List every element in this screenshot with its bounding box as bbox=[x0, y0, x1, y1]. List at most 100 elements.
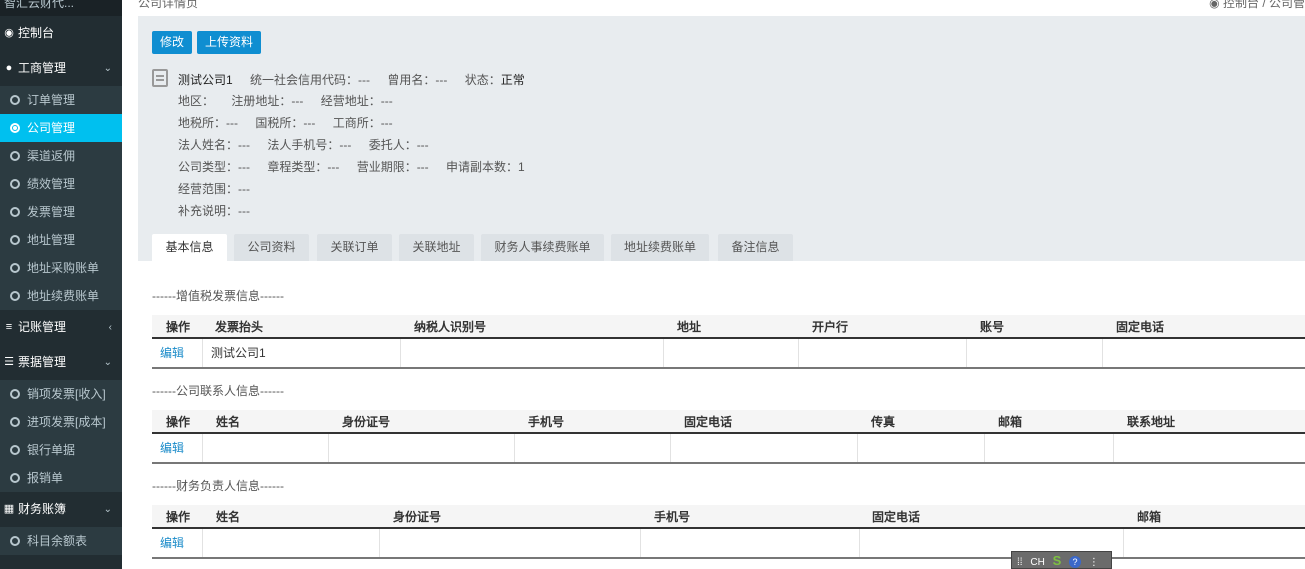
sidebar-top-item[interactable]: 智汇云财代... bbox=[0, 0, 122, 16]
col-id-number: 身份证号 bbox=[342, 415, 391, 429]
menu-icon[interactable]: ⋮ bbox=[1089, 554, 1099, 568]
table-cell bbox=[202, 434, 328, 462]
col-phone: 固定电话 bbox=[872, 510, 921, 524]
circle-icon bbox=[10, 291, 20, 301]
sidebar-item-account-balance[interactable]: 科目余额表 bbox=[0, 527, 122, 555]
edit-link[interactable]: 编辑 bbox=[160, 536, 184, 550]
company-type: 公司类型：--- bbox=[178, 160, 250, 174]
grip-icon: ⁞⁞ bbox=[1017, 557, 1023, 568]
sidebar-item-label: 地址续费账单 bbox=[27, 289, 100, 303]
table-cell bbox=[1113, 434, 1305, 462]
sidebar-item-label: 销项发票[收入] bbox=[27, 387, 106, 401]
table-cell bbox=[400, 339, 663, 367]
status-label: 状态：正常 bbox=[465, 73, 539, 87]
ime-logo-icon[interactable]: S bbox=[1053, 552, 1062, 568]
circle-icon bbox=[10, 445, 20, 455]
tab-address-renewal[interactable]: 地址续费账单 bbox=[611, 234, 709, 261]
edit-button[interactable]: 修改 bbox=[152, 31, 193, 54]
sidebar-item-bank-docs[interactable]: 银行单据 bbox=[0, 436, 122, 464]
tab-related-addresses[interactable]: 关联地址 bbox=[399, 234, 474, 261]
industry-office: 工商所：--- bbox=[332, 116, 393, 130]
sidebar-item-label: 订单管理 bbox=[27, 93, 76, 107]
invoice-section-title: ------增值税发票信息------ bbox=[152, 289, 284, 303]
tab-related-orders[interactable]: 关联订单 bbox=[317, 234, 392, 261]
legal-phone: 法人手机号：--- bbox=[267, 138, 352, 152]
edit-link[interactable]: 编辑 bbox=[160, 346, 184, 360]
tab-company-docs[interactable]: 公司资料 bbox=[234, 234, 309, 261]
table-cell bbox=[379, 529, 640, 557]
circle-icon bbox=[10, 151, 20, 161]
sidebar-item-addresses[interactable]: 地址管理 bbox=[0, 226, 122, 254]
table-row: 编辑 bbox=[152, 434, 1305, 464]
sidebar-group-business[interactable]: ● 工商管理 ⌄ bbox=[0, 51, 122, 86]
sidebar-item-label: 控制台 bbox=[18, 26, 55, 40]
tab-remarks[interactable]: 备注信息 bbox=[718, 234, 793, 261]
contact-section-title: ------公司联系人信息------ bbox=[152, 384, 284, 398]
table-icon: ▦ bbox=[3, 503, 15, 515]
col-contact-address: 联系地址 bbox=[1127, 415, 1176, 429]
col-mobile: 手机号 bbox=[528, 415, 565, 429]
sidebar-item-sales-invoice[interactable]: 销项发票[收入] bbox=[0, 380, 122, 408]
col-account: 账号 bbox=[980, 320, 1005, 334]
edit-link[interactable]: 编辑 bbox=[160, 441, 184, 455]
dashboard-icon: ◉ bbox=[4, 27, 14, 39]
col-name: 姓名 bbox=[216, 510, 241, 524]
chevron-down-icon: ⌄ bbox=[103, 63, 112, 74]
col-invoice-title: 发票抬头 bbox=[215, 320, 264, 334]
col-action: 操作 bbox=[166, 510, 191, 524]
ime-toolbar[interactable]: ⁞⁞ CH S ? ⋮ bbox=[1011, 551, 1112, 569]
sidebar-item-address-renewal[interactable]: 地址续费账单 bbox=[0, 282, 122, 310]
table-cell: 测试公司1 bbox=[202, 339, 400, 367]
table-cell bbox=[857, 434, 984, 462]
region: 地区： bbox=[178, 94, 215, 108]
circle-icon bbox=[10, 417, 20, 427]
breadcrumb[interactable]: ◉ 控制台 / 公司管 bbox=[1209, 0, 1305, 11]
sidebar-item-orders[interactable]: 订单管理 bbox=[0, 86, 122, 114]
sidebar-submenu-business: 订单管理 公司管理 渠道返佣 绩效管理 发票管理 地址管理 地址采购账单 地址续… bbox=[0, 86, 122, 310]
sidebar-item-dashboard[interactable]: ◉ 控制台 bbox=[0, 16, 122, 51]
company-info-panel: 修改 上传资料 测试公司1 统一社会信用代码：--- 曾用名：--- 状态：正常… bbox=[138, 16, 1305, 261]
sidebar-submenu-bills: 销项发票[收入] 进项发票[成本] 银行单据 报销单 bbox=[0, 380, 122, 492]
tab-finance-hr-renewal[interactable]: 财务人事续费账单 bbox=[481, 234, 604, 261]
row-action-cell: 编辑 bbox=[152, 339, 202, 367]
sidebar-group-finance[interactable]: ▦ 财务账簿 ⌄ bbox=[0, 492, 122, 527]
sidebar-item-channel-rebate[interactable]: 渠道返佣 bbox=[0, 142, 122, 170]
chevron-left-icon: ‹ bbox=[108, 322, 112, 333]
sidebar-item-address-purchase[interactable]: 地址采购账单 bbox=[0, 254, 122, 282]
trustee: 委托人：--- bbox=[368, 138, 429, 152]
col-email: 邮箱 bbox=[1137, 510, 1162, 524]
sidebar-submenu-finance: 科目余额表 bbox=[0, 527, 122, 555]
chevron-down-icon: ⌄ bbox=[103, 504, 112, 515]
breadcrumb-text: 控制台 / 公司管 bbox=[1222, 0, 1305, 10]
biz-address: 经营地址：--- bbox=[320, 94, 393, 108]
copies: 申请副本数：1 bbox=[446, 160, 525, 174]
circle-icon bbox=[10, 95, 20, 105]
sidebar-item-expense[interactable]: 报销单 bbox=[0, 464, 122, 492]
col-fax: 传真 bbox=[871, 415, 896, 429]
table-row: 编辑 bbox=[152, 529, 1305, 559]
help-icon[interactable]: ? bbox=[1069, 556, 1082, 568]
table-header: 操作 发票抬头 纳税人识别号 地址 开户行 账号 固定电话 bbox=[152, 315, 1305, 339]
sidebar-group-bookkeeping[interactable]: ≡ 记账管理 ‹ bbox=[0, 310, 122, 345]
table-cell bbox=[663, 339, 798, 367]
upload-button[interactable]: 上传资料 bbox=[197, 31, 262, 54]
sidebar-item-invoices[interactable]: 发票管理 bbox=[0, 198, 122, 226]
status-value: 正常 bbox=[500, 73, 525, 87]
tab-basic-info[interactable]: 基本信息 bbox=[152, 234, 227, 261]
ime-language[interactable]: CH bbox=[1030, 554, 1044, 568]
charter-type: 章程类型：--- bbox=[267, 160, 340, 174]
sidebar-item-label: 地址管理 bbox=[27, 233, 76, 247]
table-cell bbox=[1102, 339, 1305, 367]
circle-icon bbox=[10, 179, 20, 189]
sidebar-item-label: 科目余额表 bbox=[27, 534, 88, 548]
sidebar-item-label: 银行单据 bbox=[27, 443, 76, 457]
sidebar-item-companies[interactable]: 公司管理 bbox=[0, 114, 122, 142]
table-header: 操作 姓名 身份证号 手机号 固定电话 邮箱 bbox=[152, 505, 1305, 529]
credit-code: 统一社会信用代码：--- bbox=[250, 73, 371, 87]
contact-table: 操作 姓名 身份证号 手机号 固定电话 传真 邮箱 联系地址 编辑 bbox=[152, 410, 1305, 466]
sidebar-item-performance[interactable]: 绩效管理 bbox=[0, 170, 122, 198]
sidebar-item-purchase-invoice[interactable]: 进项发票[成本] bbox=[0, 408, 122, 436]
col-id-number: 身份证号 bbox=[393, 510, 442, 524]
sidebar-item-label: 进项发票[成本] bbox=[27, 415, 106, 429]
sidebar-group-bills[interactable]: ☰ 票据管理 ⌄ bbox=[0, 345, 122, 380]
